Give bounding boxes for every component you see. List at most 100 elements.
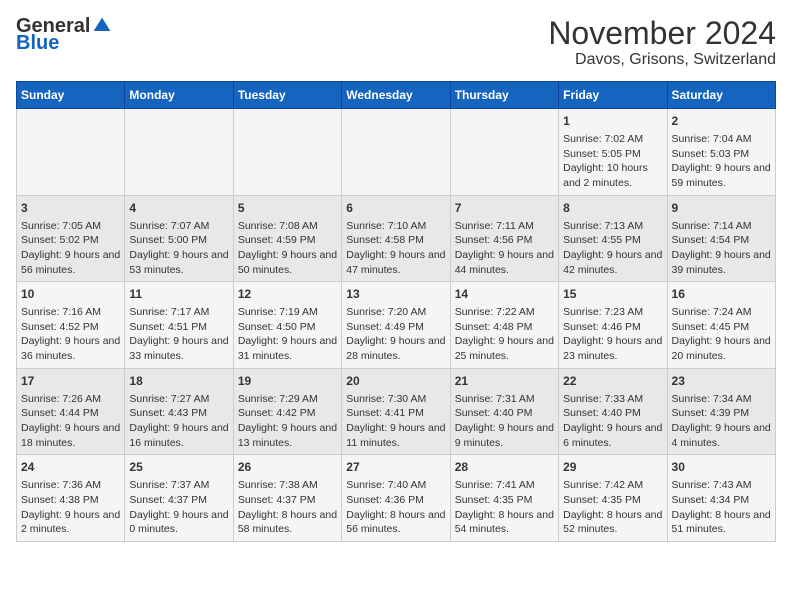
day-info: Daylight: 9 hours and 16 minutes. (129, 421, 228, 450)
calendar-cell: 24 Sunrise: 7:36 AMSunset: 4:38 PMDayligh… (17, 455, 125, 542)
day-number: 26 (238, 459, 337, 476)
calendar-cell: 1Sunrise: 7:02 AMSunset: 5:05 PMDaylight… (559, 109, 667, 196)
day-info: Sunrise: 7:29 AM (238, 392, 337, 407)
day-info: Sunrise: 7:36 AM (21, 478, 120, 493)
calendar-cell (342, 109, 450, 196)
day-number: 24 (21, 459, 120, 476)
day-number: 18 (129, 373, 228, 390)
day-info: Sunset: 4:35 PM (455, 493, 554, 508)
day-number: 8 (563, 200, 662, 217)
header: General Blue November 2024 Davos, Grison… (16, 16, 776, 69)
calendar-cell: 7Sunrise: 7:11 AMSunset: 4:56 PMDaylight… (450, 195, 558, 282)
calendar-week-row: 10Sunrise: 7:16 AMSunset: 4:52 PMDayligh… (17, 282, 776, 369)
day-info: Sunrise: 7:16 AM (21, 305, 120, 320)
calendar-cell: 17Sunrise: 7:26 AMSunset: 4:44 PMDayligh… (17, 368, 125, 455)
calendar-cell: 12Sunrise: 7:19 AMSunset: 4:50 PMDayligh… (233, 282, 341, 369)
day-number: 20 (346, 373, 445, 390)
calendar-cell: 20 Sunrise: 7:30 AMSunset: 4:41 PMDayligh… (342, 368, 450, 455)
calendar-cell: 15Sunrise: 7:23 AMSunset: 4:46 PMDayligh… (559, 282, 667, 369)
day-number: 2 (672, 113, 771, 130)
day-info: Daylight: 9 hours and 11 minutes. (346, 421, 445, 450)
day-info: Daylight: 9 hours and 53 minutes. (129, 248, 228, 277)
day-info: Sunrise: 7:37 AM (129, 478, 228, 493)
logo-blue-text: Blue (16, 32, 59, 54)
day-number: 14 (455, 286, 554, 303)
day-info: Sunset: 4:40 PM (455, 406, 554, 421)
day-number: 30 (672, 459, 771, 476)
day-info: Sunset: 4:50 PM (238, 320, 337, 335)
header-sunday: Sunday (17, 82, 125, 109)
day-info: Sunset: 5:02 PM (21, 233, 120, 248)
calendar-cell (450, 109, 558, 196)
day-number: 22 (563, 373, 662, 390)
calendar-cell: 11Sunrise: 7:17 AMSunset: 4:51 PMDayligh… (125, 282, 233, 369)
day-info: Daylight: 9 hours and 2 minutes. (21, 508, 120, 537)
header-friday: Friday (559, 82, 667, 109)
calendar-cell (233, 109, 341, 196)
day-info: Sunset: 4:48 PM (455, 320, 554, 335)
day-info: Sunrise: 7:41 AM (455, 478, 554, 493)
day-info: Daylight: 9 hours and 18 minutes. (21, 421, 120, 450)
calendar-week-row: 17Sunrise: 7:26 AMSunset: 4:44 PMDayligh… (17, 368, 776, 455)
day-info: Sunrise: 7:34 AM (672, 392, 771, 407)
calendar-cell (17, 109, 125, 196)
day-number: 9 (672, 200, 771, 217)
day-info: Sunset: 5:03 PM (672, 147, 771, 162)
day-info: Daylight: 9 hours and 36 minutes. (21, 334, 120, 363)
day-info: Daylight: 9 hours and 23 minutes. (563, 334, 662, 363)
calendar-cell: 6Sunrise: 7:10 AMSunset: 4:58 PMDaylight… (342, 195, 450, 282)
day-info: Daylight: 8 hours and 52 minutes. (563, 508, 662, 537)
day-info: Daylight: 9 hours and 9 minutes. (455, 421, 554, 450)
day-info: Sunrise: 7:07 AM (129, 219, 228, 234)
day-info: Sunset: 4:45 PM (672, 320, 771, 335)
day-info: Daylight: 8 hours and 56 minutes. (346, 508, 445, 537)
day-number: 17 (21, 373, 120, 390)
day-info: Sunrise: 7:19 AM (238, 305, 337, 320)
day-info: Sunset: 4:56 PM (455, 233, 554, 248)
day-info: Sunset: 4:35 PM (563, 493, 662, 508)
calendar-cell: 21Sunrise: 7:31 AMSunset: 4:40 PMDayligh… (450, 368, 558, 455)
calendar-cell: 13Sunrise: 7:20 AMSunset: 4:49 PMDayligh… (342, 282, 450, 369)
calendar-cell: 30Sunrise: 7:43 AMSunset: 4:34 PMDayligh… (667, 455, 775, 542)
day-info: Sunrise: 7:27 AM (129, 392, 228, 407)
calendar-cell: 22Sunrise: 7:33 AMSunset: 4:40 PMDayligh… (559, 368, 667, 455)
calendar-week-row: 1Sunrise: 7:02 AMSunset: 5:05 PMDaylight… (17, 109, 776, 196)
calendar-cell: 4 Sunrise: 7:07 AMSunset: 5:00 PMDaylight… (125, 195, 233, 282)
calendar-cell: 9Sunrise: 7:14 AMSunset: 4:54 PMDaylight… (667, 195, 775, 282)
day-info: Daylight: 8 hours and 54 minutes. (455, 508, 554, 537)
day-info: Sunset: 4:38 PM (21, 493, 120, 508)
calendar-week-row: 24Sunrise: 7:36 AMSunset: 4:38 PMDayligh… (17, 455, 776, 542)
day-number: 13 (346, 286, 445, 303)
day-info: Sunset: 5:00 PM (129, 233, 228, 248)
day-info: Daylight: 9 hours and 4 minutes. (672, 421, 771, 450)
day-info: Sunrise: 7:43 AM (672, 478, 771, 493)
day-info: Sunset: 4:46 PM (563, 320, 662, 335)
day-info: Daylight: 9 hours and 47 minutes. (346, 248, 445, 277)
day-info: Daylight: 8 hours and 51 minutes. (672, 508, 771, 537)
calendar-cell: 8Sunrise: 7:13 AMSunset: 4:55 PMDaylight… (559, 195, 667, 282)
day-info: Sunset: 4:44 PM (21, 406, 120, 421)
calendar-header-row: SundayMondayTuesdayWednesdayThursdayFrid… (17, 82, 776, 109)
day-info: Sunset: 4:42 PM (238, 406, 337, 421)
day-info: Sunset: 4:41 PM (346, 406, 445, 421)
calendar-cell: 29Sunrise: 7:42 AMSunset: 4:35 PMDayligh… (559, 455, 667, 542)
calendar-cell (125, 109, 233, 196)
calendar-cell: 3Sunrise: 7:05 AMSunset: 5:02 PMDaylight… (17, 195, 125, 282)
day-info: Sunrise: 7:33 AM (563, 392, 662, 407)
header-tuesday: Tuesday (233, 82, 341, 109)
day-info: Sunrise: 7:24 AM (672, 305, 771, 320)
day-info: Sunset: 4:37 PM (129, 493, 228, 508)
day-info: Daylight: 9 hours and 20 minutes. (672, 334, 771, 363)
day-info: Daylight: 9 hours and 42 minutes. (563, 248, 662, 277)
day-number: 4 (129, 200, 228, 217)
calendar-cell: 5Sunrise: 7:08 AMSunset: 4:59 PMDaylight… (233, 195, 341, 282)
day-number: 3 (21, 200, 120, 217)
day-info: Sunrise: 7:08 AM (238, 219, 337, 234)
calendar-cell: 16Sunrise: 7:24 AMSunset: 4:45 PMDayligh… (667, 282, 775, 369)
day-number: 27 (346, 459, 445, 476)
day-info: Daylight: 9 hours and 50 minutes. (238, 248, 337, 277)
day-info: Sunrise: 7:13 AM (563, 219, 662, 234)
day-info: Daylight: 9 hours and 13 minutes. (238, 421, 337, 450)
header-monday: Monday (125, 82, 233, 109)
day-info: Sunrise: 7:30 AM (346, 392, 445, 407)
